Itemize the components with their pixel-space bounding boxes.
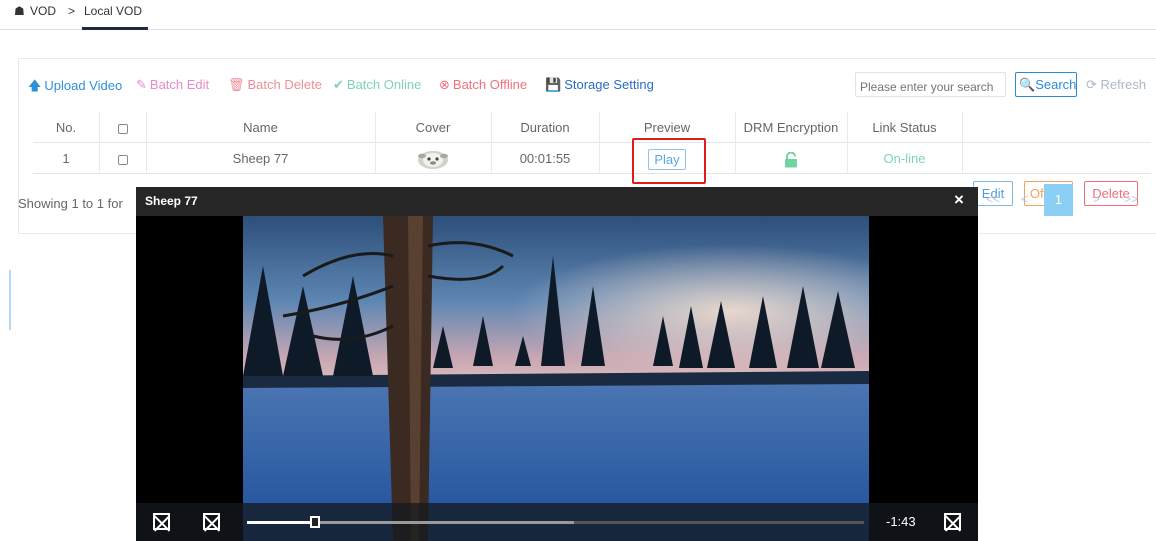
header-drm: DRM Encryption (743, 120, 839, 135)
play-pause-icon[interactable] (153, 513, 170, 530)
storage-setting-label: Storage Setting (564, 77, 654, 92)
pencil-icon: ✎ (136, 77, 147, 92)
seek-handle[interactable] (309, 516, 320, 528)
video-table: No. Name Cover Duration Preview DRM Encr… (33, 112, 1151, 206)
breadcrumb-vod[interactable]: VOD (30, 4, 56, 18)
header-select-all[interactable] (99, 112, 146, 143)
unlocked-padlock-icon (785, 151, 797, 168)
batch-edit-button[interactable]: ✎ Batch Edit (136, 77, 209, 93)
table-header-row: No. Name Cover Duration Preview DRM Encr… (33, 112, 1151, 143)
batch-delete-button[interactable]: 🗑 Batch Delete (228, 77, 322, 93)
pager-prev[interactable]: < (1021, 192, 1028, 206)
column-divider (962, 112, 963, 174)
row-name: Sheep 77 (232, 151, 289, 166)
seek-bar[interactable] (247, 516, 864, 528)
search-icon: 🔍 (1019, 77, 1036, 92)
column-divider (375, 112, 376, 174)
time-remaining: -1:43 (886, 514, 916, 529)
batch-offline-button[interactable]: ⊗ Batch Offline (439, 77, 527, 93)
close-icon[interactable]: × (954, 190, 964, 210)
fullscreen-icon[interactable] (944, 513, 961, 530)
showing-count: Showing 1 to 1 for (18, 196, 123, 211)
header-name: Name (243, 120, 278, 135)
search-input[interactable] (855, 72, 1006, 97)
row-no: 1 (62, 151, 70, 166)
video-frame[interactable] (243, 216, 869, 541)
column-divider (735, 112, 736, 174)
pager-current-page[interactable]: 1 (1044, 184, 1073, 216)
pager-last[interactable]: >> (1124, 192, 1138, 206)
left-edge-marker (9, 270, 11, 330)
select-all-checkbox[interactable] (117, 123, 128, 134)
check-circle-icon: ✔ (333, 77, 344, 92)
header-link-status: Link Status (872, 120, 937, 135)
batch-edit-label: Batch Edit (149, 77, 210, 92)
search-button-label: Search (1035, 77, 1077, 92)
floppy-disk-icon: 💾 (545, 77, 562, 92)
column-divider (99, 112, 100, 174)
column-divider (146, 112, 147, 174)
row-select[interactable] (99, 143, 146, 174)
storage-setting-button[interactable]: 💾 Storage Setting (545, 77, 654, 93)
player-title: Sheep 77 (145, 194, 198, 208)
x-circle-icon: ⊗ (439, 77, 450, 92)
trash-icon: 🗑 (228, 77, 245, 92)
batch-offline-label: Batch Offline (452, 77, 528, 92)
seek-progress (247, 521, 315, 524)
row-cover (375, 143, 491, 174)
batch-online-button[interactable]: ✔ Batch Online (333, 77, 421, 93)
breadcrumb-separator: > (68, 4, 76, 18)
refresh-label: Refresh (1100, 77, 1147, 92)
pager-next[interactable]: > (1093, 192, 1100, 206)
column-divider (847, 112, 848, 174)
batch-online-label: Batch Online (346, 77, 422, 92)
pager-first[interactable]: << (986, 192, 1000, 206)
upload-video-button[interactable]: 🡅 Upload Video (28, 77, 122, 99)
video-player-modal: Sheep 77 × -1:43 (136, 187, 978, 541)
sheep-cover-thumbnail (418, 150, 448, 169)
player-controls: -1:43 (136, 503, 978, 541)
header-cover: Cover (415, 120, 451, 135)
upload-video-label: Upload Video (44, 78, 123, 93)
row-duration: 00:01:55 (519, 151, 571, 166)
row-link-status: On-line (883, 151, 926, 166)
refresh-icon: ⟳ (1086, 77, 1097, 92)
row-drm (735, 143, 847, 174)
column-divider (491, 112, 492, 174)
table-row: 1 Sheep 77 00:01:55 Play On-line Edit Of… (33, 143, 1151, 206)
breadcrumb: ☗ VOD > Local VOD (0, 0, 1156, 30)
header-duration: Duration (520, 120, 570, 135)
player-header: Sheep 77 × (136, 187, 978, 216)
play-highlight-box (632, 138, 706, 184)
breadcrumb-active-underline (82, 27, 148, 30)
search-button[interactable]: 🔍Search (1015, 72, 1077, 97)
header-no: No. (55, 120, 77, 135)
batch-delete-label: Batch Delete (247, 77, 322, 92)
row-checkbox[interactable] (117, 154, 128, 165)
upload-arrow-icon: 🡅 (28, 78, 42, 93)
volume-icon[interactable] (203, 513, 220, 530)
home-icon[interactable]: ☗ (14, 4, 25, 18)
column-divider (599, 112, 600, 174)
breadcrumb-local-vod[interactable]: Local VOD (84, 4, 142, 18)
refresh-button[interactable]: ⟳ Refresh (1086, 77, 1146, 93)
